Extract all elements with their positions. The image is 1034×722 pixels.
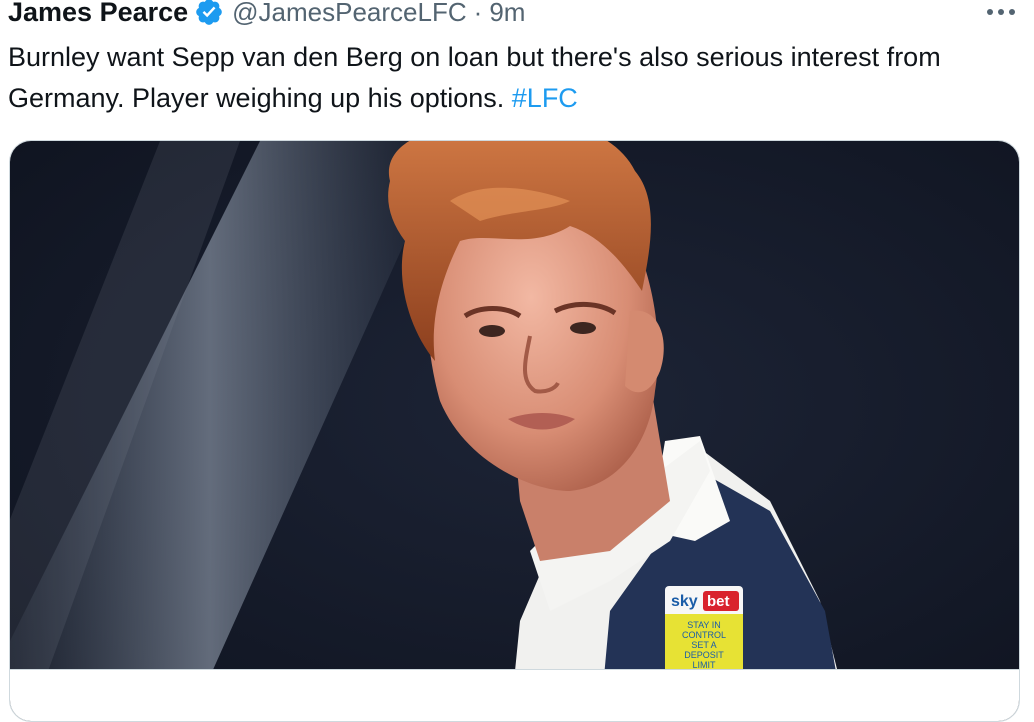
badge-line2: CONTROL bbox=[682, 630, 726, 640]
author-name[interactable]: James Pearce bbox=[8, 0, 188, 28]
badge-line4: DEPOSIT bbox=[684, 650, 724, 660]
hashtag-link[interactable]: #LFC bbox=[512, 83, 578, 113]
link-card-footer[interactable] bbox=[10, 669, 1019, 721]
badge-line3: SET A bbox=[691, 640, 716, 650]
tweet-body: Burnley want Sepp van den Berg on loan b… bbox=[8, 42, 941, 113]
tweet-header: James Pearce @JamesPearceLFC · 9m bbox=[8, 0, 525, 30]
tweet-media[interactable]: sky bet STAY IN CONTROL SET A DEPOSIT LI… bbox=[9, 140, 1020, 722]
badge-line1: STAY IN bbox=[687, 620, 721, 630]
more-options-icon[interactable] bbox=[984, 0, 1018, 24]
more-dot bbox=[998, 9, 1004, 15]
timestamp[interactable]: 9m bbox=[489, 0, 525, 28]
badge-brand-left: sky bbox=[671, 593, 698, 610]
badge-brand-right: bet bbox=[707, 593, 730, 610]
sponsor-badge: sky bet STAY IN CONTROL SET A DEPOSIT LI… bbox=[665, 586, 743, 670]
verified-badge-icon bbox=[196, 0, 222, 25]
tweet-text: Burnley want Sepp van den Berg on loan b… bbox=[8, 37, 1018, 119]
more-dot bbox=[987, 9, 993, 15]
more-dot bbox=[1009, 9, 1015, 15]
separator: · bbox=[473, 0, 483, 27]
player-photo: sky bet STAY IN CONTROL SET A DEPOSIT LI… bbox=[10, 141, 1019, 721]
author-handle[interactable]: @JamesPearceLFC bbox=[232, 0, 466, 28]
